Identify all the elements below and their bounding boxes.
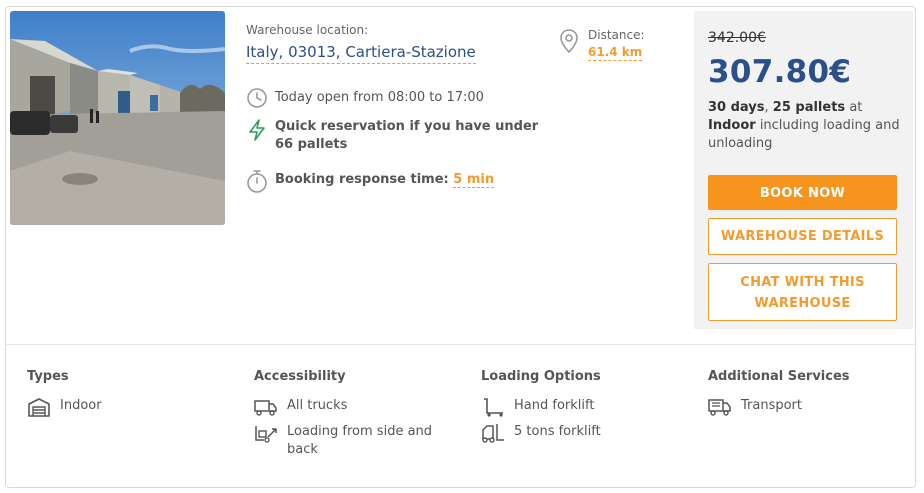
warehouse-photo[interactable] xyxy=(10,11,225,225)
price-terms: 30 days, 25 pallets at Indoor including … xyxy=(708,100,900,151)
accessibility-item: All trucks xyxy=(254,397,437,417)
loading-option-item: 5 tons forklift xyxy=(481,423,664,443)
loading-option-text: Hand forklift xyxy=(514,398,595,413)
service-item-text: Transport xyxy=(741,398,803,413)
accessibility-item: Loading from side and back xyxy=(254,423,437,459)
types-item: Indoor xyxy=(27,397,210,417)
clock-icon xyxy=(246,87,268,109)
warehouse-details-button[interactable]: WAREHOUSE DETAILS xyxy=(708,218,897,255)
types-title: Types xyxy=(27,369,69,384)
loading-option-item: Hand forklift xyxy=(481,397,664,417)
booking-response: Booking response time: 5 min xyxy=(246,169,495,193)
info-panel: Warehouse location: Italy, 03013, Cartie… xyxy=(246,7,686,337)
additional-services-title: Additional Services xyxy=(708,369,850,384)
accessibility-item-text: Loading from side and back xyxy=(287,424,433,457)
terms-days: 30 days xyxy=(708,100,765,115)
transport-truck-icon xyxy=(708,397,732,417)
stopwatch-icon xyxy=(246,169,268,193)
price-panel: 342.00€ 307.80€ 30 days, 25 pallets at I… xyxy=(694,11,913,329)
hand-forklift-icon xyxy=(481,397,505,417)
quick-reservation-text: Quick reservation if you have under 66 p… xyxy=(275,119,539,152)
location-label: Warehouse location: xyxy=(246,23,369,37)
terms-pallets: 25 pallets xyxy=(772,100,846,115)
lightning-icon xyxy=(246,118,268,141)
response-label: Booking response time: xyxy=(275,172,449,187)
old-price: 342.00€ xyxy=(708,30,766,46)
distance-label: Distance: xyxy=(588,28,645,42)
book-now-button[interactable]: BOOK NOW xyxy=(708,175,897,210)
quick-reservation: Quick reservation if you have under 66 p… xyxy=(246,118,540,154)
terms-type: Indoor xyxy=(708,118,756,133)
response-value[interactable]: 5 min xyxy=(453,172,495,188)
side-loading-icon xyxy=(254,423,278,443)
location-value[interactable]: Italy, 03013, Cartiera-Stazione xyxy=(246,43,476,64)
warehouse-card: Warehouse location: Italy, 03013, Cartie… xyxy=(5,6,916,488)
chat-warehouse-button[interactable]: CHAT WITH THIS WAREHOUSE xyxy=(708,263,897,321)
map-pin-icon xyxy=(558,28,580,58)
types-item-text: Indoor xyxy=(60,398,102,413)
truck-icon xyxy=(254,397,278,417)
accessibility-item-text: All trucks xyxy=(287,398,348,413)
service-item: Transport xyxy=(708,397,891,417)
terms-at: at xyxy=(849,100,863,115)
warehouse-icon xyxy=(27,397,51,417)
opening-hours-text: Today open from 08:00 to 17:00 xyxy=(275,90,484,105)
divider xyxy=(6,344,915,345)
new-price: 307.80€ xyxy=(708,54,852,90)
accessibility-title: Accessibility xyxy=(254,369,346,384)
opening-hours: Today open from 08:00 to 17:00 xyxy=(246,87,484,109)
distance-value[interactable]: 61.4 km xyxy=(588,45,643,61)
loading-option-text: 5 tons forklift xyxy=(514,424,601,439)
forklift-icon xyxy=(481,423,505,443)
loading-options-title: Loading Options xyxy=(481,369,601,384)
